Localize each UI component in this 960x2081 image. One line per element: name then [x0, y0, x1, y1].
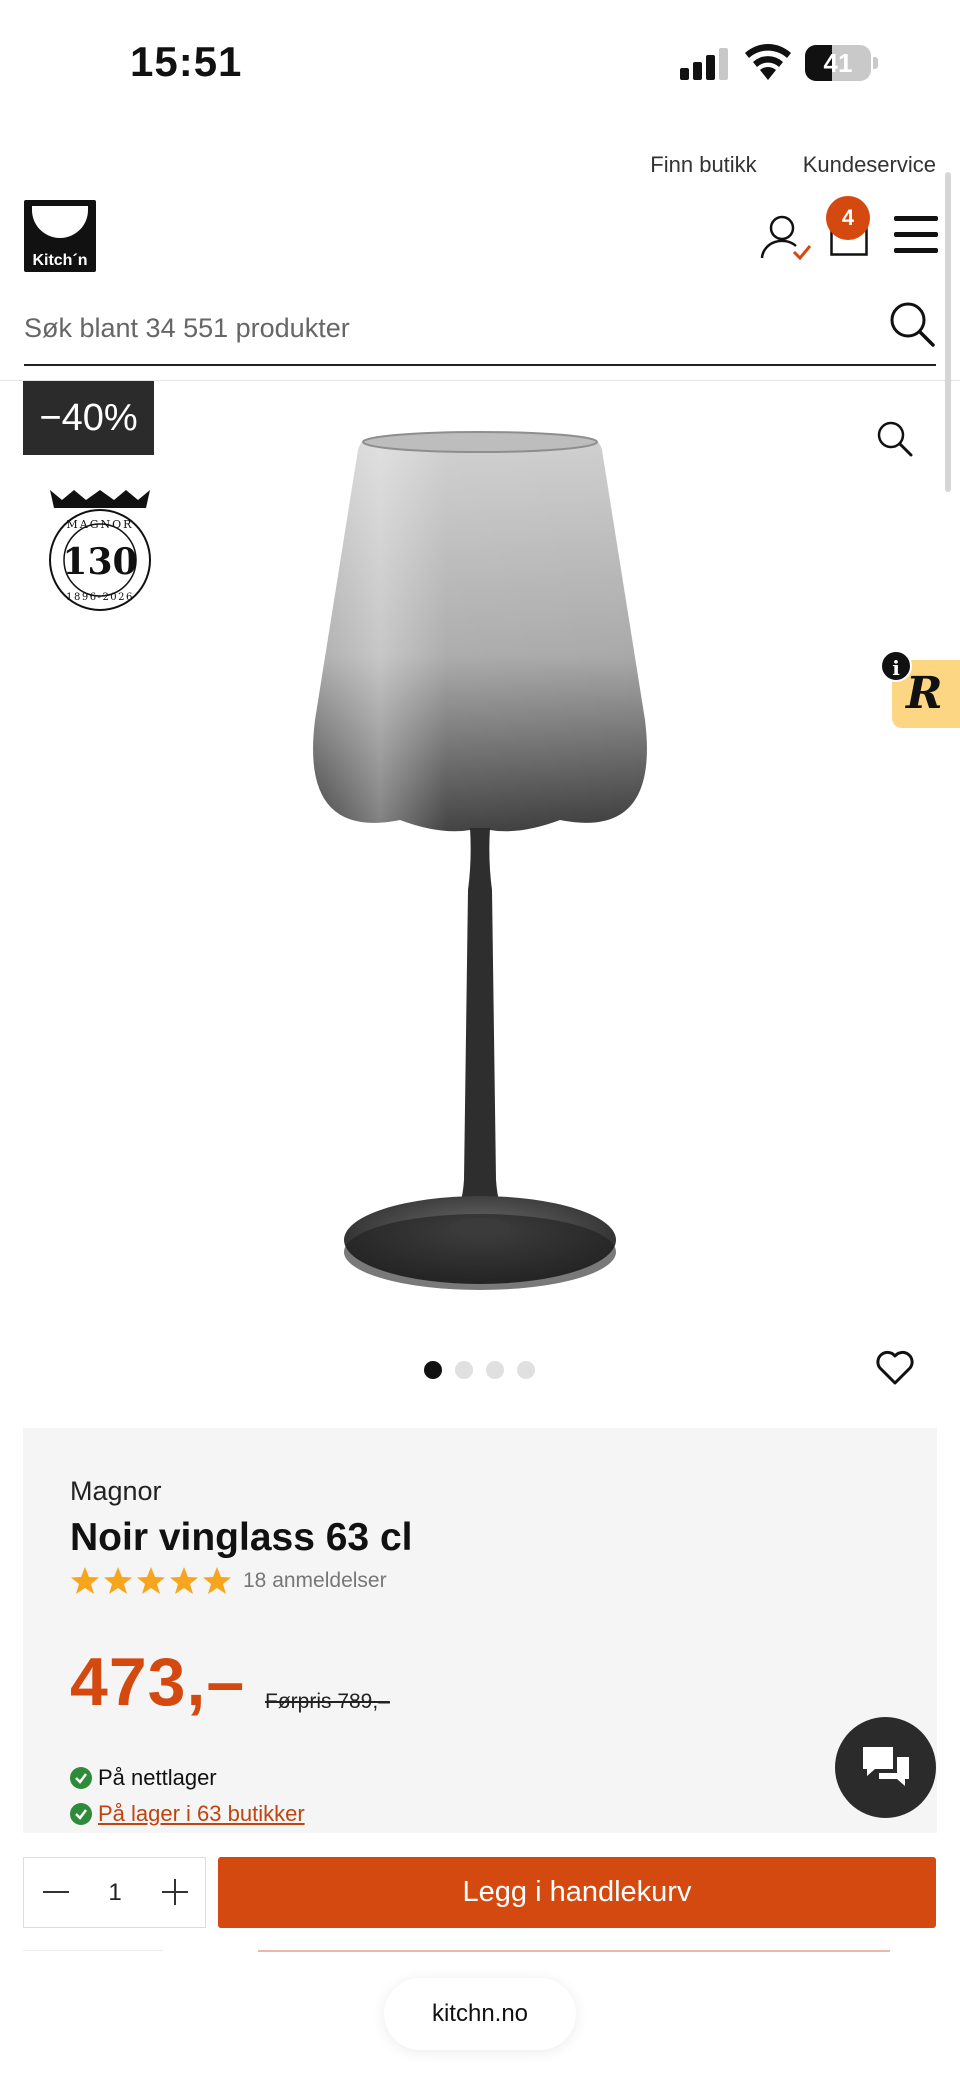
carousel-dot-4[interactable]	[517, 1361, 535, 1379]
check-icon	[70, 1767, 92, 1789]
cart-count-badge: 4	[826, 196, 870, 240]
stock-stores: På lager i 63 butikker	[70, 1800, 305, 1828]
status-time: 15:51	[130, 38, 243, 85]
review-count[interactable]: 18 anmeldelser	[243, 1569, 387, 1593]
stock-online: På nettlager	[70, 1764, 217, 1792]
star-icon	[203, 1567, 231, 1594]
info-icon[interactable]: i	[880, 650, 912, 682]
stock-online-label: På nettlager	[98, 1765, 217, 1790]
battery-level: 41	[823, 48, 853, 78]
add-to-cart-button[interactable]: Legg i handlekurv	[218, 1857, 936, 1928]
star-icon	[170, 1567, 198, 1594]
logo-text: Kitch´n	[32, 252, 88, 269]
search-bar	[24, 296, 936, 366]
carousel-dot-3[interactable]	[486, 1361, 504, 1379]
wifi-icon	[745, 44, 791, 80]
check-icon	[70, 1803, 92, 1825]
carousel-dot-2[interactable]	[455, 1361, 473, 1379]
top-links: Finn butikk Kundeservice	[650, 152, 936, 178]
stock-stores-link[interactable]: På lager i 63 butikker	[98, 1801, 305, 1827]
old-price: Førpris 789,–	[265, 1690, 390, 1713]
svg-text:1896-2026: 1896-2026	[66, 592, 134, 603]
battery-icon: 41	[805, 45, 878, 81]
quantity-stepper: 1	[23, 1857, 206, 1928]
star-icon	[104, 1567, 132, 1594]
quantity-value[interactable]: 1	[86, 1858, 144, 1927]
status-bar: 15:51 41	[0, 0, 960, 120]
product-image[interactable]	[300, 420, 660, 1290]
menu-icon[interactable]	[894, 216, 938, 254]
search-input[interactable]	[24, 306, 864, 350]
heart-icon[interactable]	[876, 1350, 914, 1386]
review-widget-icon: R	[906, 668, 943, 719]
logo[interactable]: Kitch´n	[24, 200, 96, 272]
browser-url-bar[interactable]: kitchn.no	[384, 1978, 576, 2050]
user-icon[interactable]	[760, 212, 812, 264]
cart-button[interactable]: 4	[826, 196, 892, 262]
quantity-increase-button[interactable]	[143, 1858, 205, 1927]
scrollbar[interactable]	[945, 172, 951, 492]
chat-icon	[863, 1747, 909, 1786]
customer-service-link[interactable]: Kundeservice	[803, 152, 936, 178]
carousel-dot-1[interactable]	[424, 1361, 442, 1379]
find-store-link[interactable]: Finn butikk	[650, 152, 756, 178]
price: 473,–	[70, 1644, 246, 1720]
quantity-decrease-button[interactable]	[24, 1858, 86, 1927]
divider	[258, 1950, 890, 1952]
product-title: Noir vinglass 63 cl	[70, 1516, 413, 1559]
rating[interactable]: 18 anmeldelser	[70, 1564, 387, 1598]
discount-badge: −40%	[23, 381, 154, 455]
star-icon	[71, 1567, 99, 1594]
zoom-icon[interactable]	[876, 420, 914, 458]
star-icon	[137, 1567, 165, 1594]
brand-name[interactable]: Magnor	[70, 1476, 162, 1507]
signal-icon	[680, 48, 728, 80]
search-icon[interactable]	[888, 300, 936, 348]
product-info-panel: Magnor Noir vinglass 63 cl 18 anmeldelse…	[23, 1428, 937, 1833]
carousel-dots	[424, 1361, 535, 1379]
brand-seal-logo: MAGNOR 130 1896-2026	[49, 490, 151, 611]
chat-button[interactable]	[835, 1717, 936, 1818]
svg-text:MAGNOR: MAGNOR	[67, 518, 134, 531]
divider	[23, 1950, 163, 1951]
svg-text:130: 130	[62, 541, 137, 583]
